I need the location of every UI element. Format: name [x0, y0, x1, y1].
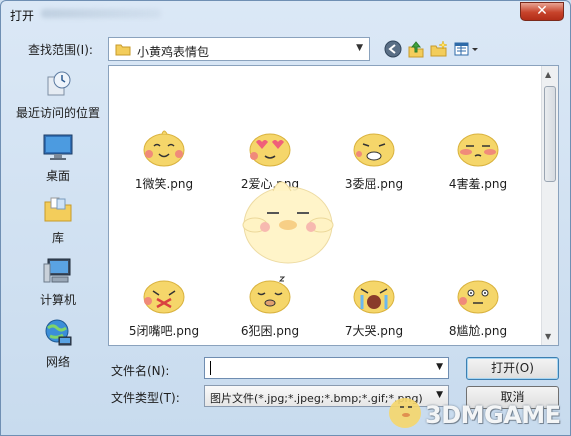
file-name: 1微笑.png — [134, 177, 194, 191]
file-name: 6犯困.png — [240, 324, 300, 338]
places-bar: 最近访问的位置 桌面 库 计算机 网络 — [10, 64, 106, 369]
file-item[interactable]: 5闭嘴吧.png — [114, 271, 214, 339]
chevron-down-icon[interactable]: ▼ — [436, 362, 443, 372]
title-bar[interactable]: 打开 ✕ — [1, 1, 570, 27]
watermark-text: 3DMGAME — [425, 401, 561, 429]
back-arrow-icon[interactable] — [384, 40, 402, 58]
view-menu-icon[interactable] — [453, 40, 479, 58]
up-folder-icon[interactable] — [407, 40, 425, 58]
chick-shy-thumbnail — [457, 133, 499, 167]
place-label: 网络 — [45, 355, 70, 369]
place-label: 库 — [51, 231, 64, 245]
place-libraries[interactable]: 库 — [10, 194, 106, 246]
chick-sleepy-thumbnail — [249, 276, 291, 314]
chick-love-thumbnail — [249, 133, 291, 167]
scroll-down-icon[interactable]: ▼ — [545, 332, 551, 341]
open-button[interactable]: 打开(O) — [466, 357, 559, 380]
place-computer[interactable]: 计算机 — [10, 256, 106, 308]
file-item[interactable]: 4害羞.png — [428, 124, 528, 192]
text-caret — [210, 361, 211, 375]
recent-places-icon — [47, 71, 71, 96]
scroll-up-icon[interactable]: ▲ — [545, 70, 551, 79]
chick-shutup-thumbnail — [143, 280, 185, 314]
chick-mascot-overlay — [242, 181, 334, 264]
place-label: 计算机 — [39, 293, 76, 307]
file-name: 5闭嘴吧.png — [128, 324, 200, 338]
scroll-thumb[interactable] — [544, 86, 556, 182]
network-icon — [45, 319, 72, 346]
file-name: 7大哭.png — [344, 324, 404, 338]
filetype-label: 文件类型(T): — [111, 391, 180, 405]
window-title: 打开 — [10, 9, 35, 23]
chick-awkward-thumbnail — [457, 280, 499, 314]
filename-input[interactable]: ▼ — [204, 357, 449, 379]
file-item[interactable]: 7大哭.png — [324, 271, 424, 339]
place-recent[interactable]: 最近访问的位置 — [10, 69, 106, 121]
file-name: 4害羞.png — [448, 177, 508, 191]
file-item[interactable]: 1微笑.png — [114, 124, 214, 192]
place-label: 桌面 — [45, 169, 70, 183]
new-folder-icon[interactable] — [430, 40, 448, 58]
folder-icon — [115, 44, 131, 56]
look-in-label: 查找范围(I): — [28, 43, 93, 57]
open-file-dialog: 打开 ✕ 查找范围(I): 小黄鸡表情包 ▼ 最近访问的位置 桌面 库 计算机 … — [0, 0, 571, 436]
chick-cry-thumbnail — [353, 280, 395, 314]
computer-icon — [43, 258, 71, 283]
close-icon: ✕ — [536, 3, 548, 19]
close-button[interactable]: ✕ — [520, 2, 564, 21]
chevron-down-icon: ▼ — [356, 43, 363, 53]
place-desktop[interactable]: 桌面 — [10, 132, 106, 184]
filename-label: 文件名(N): — [111, 364, 170, 378]
libraries-icon — [44, 197, 72, 222]
vertical-scrollbar[interactable]: ▲ ▼ — [541, 66, 558, 345]
file-name: 8尴尬.png — [448, 324, 508, 338]
file-item[interactable]: 6犯困.png — [220, 271, 320, 339]
look-in-dropdown[interactable]: 小黄鸡表情包 ▼ — [108, 37, 370, 61]
place-label: 最近访问的位置 — [15, 106, 100, 120]
blurred-title-region — [41, 9, 161, 18]
place-network[interactable]: 网络 — [10, 318, 106, 370]
chick-sad-thumbnail — [353, 133, 395, 167]
look-in-value: 小黄鸡表情包 — [137, 45, 210, 59]
file-item[interactable]: 8尴尬.png — [428, 271, 528, 339]
desktop-icon — [43, 134, 73, 160]
chick-smile-thumbnail — [143, 130, 185, 167]
